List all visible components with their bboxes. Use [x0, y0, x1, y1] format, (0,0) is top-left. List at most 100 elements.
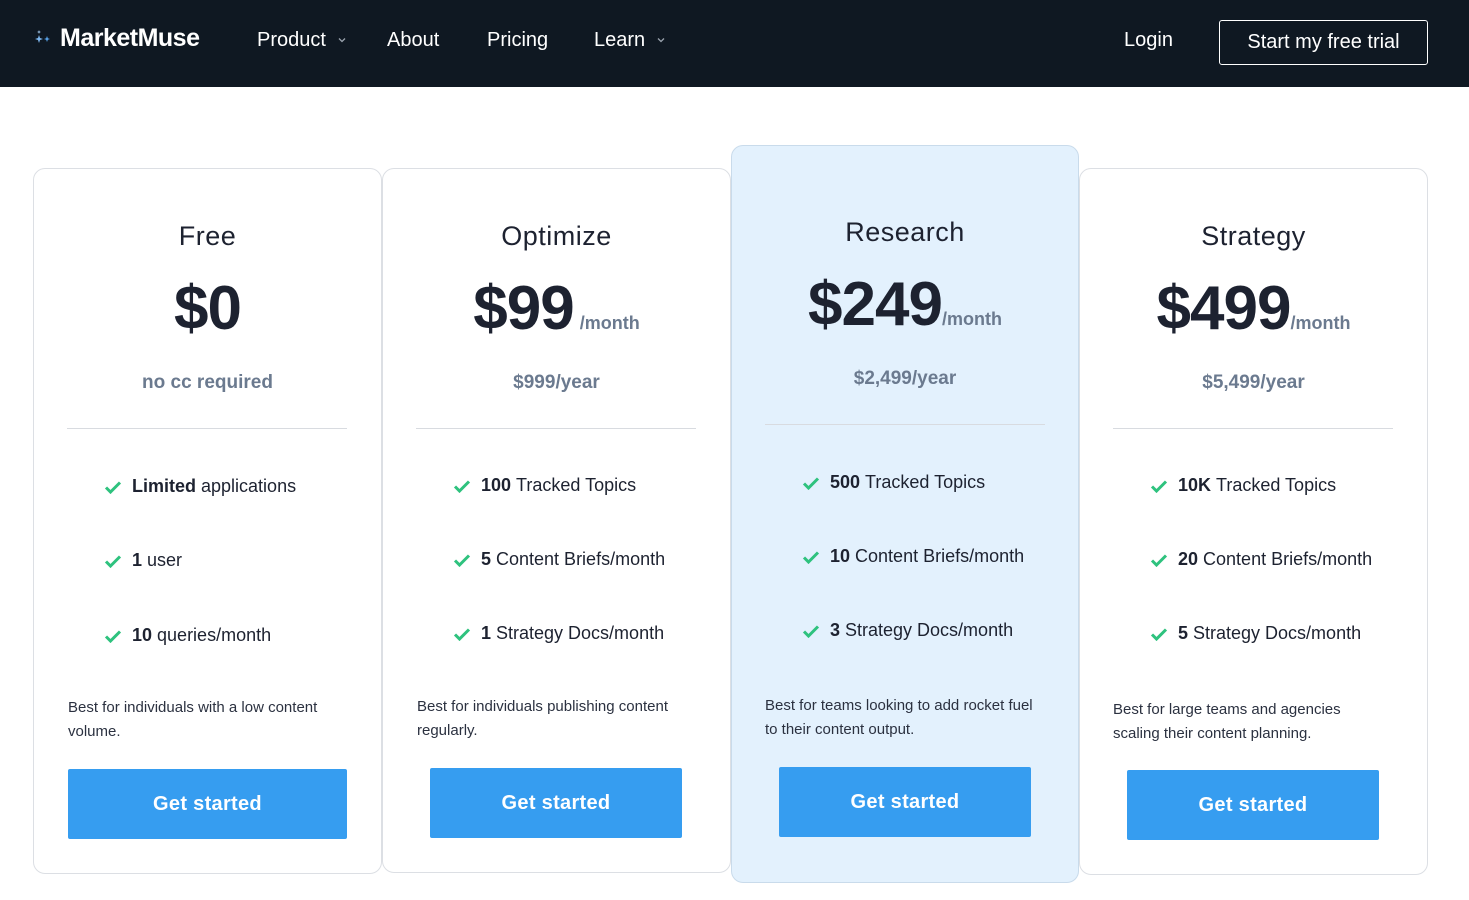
nav-product-label: Product [257, 29, 326, 51]
divider [416, 428, 696, 429]
plan-description: Best for individuals with a low content … [68, 699, 318, 740]
checkmark-icon [453, 479, 471, 493]
feature-text: Tracked Topics [865, 472, 986, 492]
feature-value: 3 [830, 620, 841, 640]
plan-name: Strategy [1201, 221, 1306, 251]
plan-card-strategy: Strategy $499 /month $5,499/year 10K Tra… [1079, 168, 1428, 875]
checkmark-icon [104, 480, 122, 494]
feature-value: 10 [830, 546, 851, 566]
nav-learn[interactable]: Learn [594, 28, 667, 52]
feature-item: 5 Content Briefs/month [453, 549, 665, 570]
feature-value: 100 [481, 475, 512, 495]
checkmark-icon [104, 629, 122, 643]
plan-card-free: Free $0 no cc required Limited applicati… [33, 168, 382, 874]
plan-description: Best for individuals publishing content … [417, 698, 668, 739]
price-row: $249 /month [732, 269, 1078, 340]
nav-pricing-label: Pricing [487, 29, 549, 51]
feature-value: 1 [481, 623, 492, 643]
feature-item: 100 Tracked Topics [453, 475, 636, 496]
chevron-down-icon [657, 38, 665, 43]
get-started-button[interactable]: Get started [68, 769, 347, 839]
plan-description: Best for teams looking to add rocket fue… [765, 697, 1033, 738]
feature-item: 5 Strategy Docs/month [1150, 623, 1361, 644]
plan-subprice: $2,499/year [853, 368, 957, 389]
feature-item: 1 Strategy Docs/month [453, 623, 664, 644]
plan-price: $249 [808, 270, 943, 339]
nav-product[interactable]: Product [257, 28, 348, 52]
feature-item: 1 user [104, 550, 182, 571]
plan-period: /month [941, 309, 1002, 329]
feature-text: Content Briefs/month [496, 549, 666, 569]
feature-text: Strategy Docs/month [496, 623, 665, 643]
feature-value: 5 [481, 549, 492, 569]
feature-value: 10 [132, 625, 153, 645]
plan-period: /month [579, 313, 640, 333]
sparkle-icon [32, 27, 56, 51]
feature-value: Limited [132, 476, 197, 496]
price-row: $499 /month [1080, 273, 1427, 344]
checkmark-icon [1150, 627, 1168, 641]
feature-item: 3 Strategy Docs/month [802, 620, 1013, 641]
price-row: $99 /month [383, 273, 730, 344]
feature-value: 1 [132, 550, 143, 570]
logo-link[interactable]: MarketMuse [32, 24, 200, 53]
feature-text: user [147, 550, 183, 570]
checkmark-icon [802, 476, 820, 490]
feature-text: queries/month [157, 625, 272, 645]
plan-description: Best for large teams and agencies scalin… [1113, 701, 1341, 742]
feature-text: Strategy Docs/month [845, 620, 1014, 640]
feature-value: 500 [830, 472, 861, 492]
logo-text: MarketMuse [60, 24, 200, 52]
plan-name: Optimize [501, 221, 612, 251]
feature-item: 10 Content Briefs/month [802, 546, 1024, 567]
feature-text: Strategy Docs/month [1193, 623, 1362, 643]
nav-about[interactable]: About [387, 28, 439, 52]
checkmark-icon [104, 554, 122, 568]
plan-price: $0 [174, 274, 242, 343]
nav-pricing[interactable]: Pricing [487, 28, 548, 52]
feature-text: Tracked Topics [1216, 475, 1337, 495]
plan-subprice: $999/year [513, 372, 600, 393]
feature-text: Tracked Topics [516, 475, 637, 495]
plan-name: Free [178, 221, 237, 251]
chevron-down-icon [338, 38, 346, 43]
feature-value: 5 [1178, 623, 1189, 643]
checkmark-icon [1150, 553, 1168, 567]
plan-card-research: Research $249 /month $2,499/year 500 Tra… [731, 145, 1079, 883]
feature-item: 10 queries/month [104, 625, 271, 646]
checkmark-icon [453, 627, 471, 641]
plan-price: $99 [473, 274, 574, 343]
nav-about-label: About [387, 29, 440, 51]
checkmark-icon [802, 624, 820, 638]
feature-text: Content Briefs/month [1203, 549, 1373, 569]
feature-value: 20 [1178, 549, 1199, 569]
login-link[interactable]: Login [1124, 28, 1173, 52]
login-label: Login [1124, 29, 1173, 51]
checkmark-icon [1150, 479, 1168, 493]
get-started-button[interactable]: Get started [1127, 770, 1379, 840]
feature-value: 10K [1178, 475, 1212, 495]
divider [67, 428, 347, 429]
plan-card-optimize: Optimize $99 /month $999/year 100 Tracke… [382, 168, 731, 873]
start-free-trial-button[interactable]: Start my free trial [1219, 20, 1428, 65]
nav-learn-label: Learn [594, 29, 646, 51]
feature-text: Content Briefs/month [855, 546, 1025, 566]
plan-subprice: no cc required [142, 372, 273, 393]
top-nav: MarketMuse Product About Pricing Learn L… [0, 0, 1469, 87]
get-started-button[interactable]: Get started [430, 768, 682, 838]
divider [1113, 428, 1393, 429]
feature-item: 500 Tracked Topics [802, 472, 985, 493]
divider [765, 424, 1045, 425]
price-row: $0 [34, 273, 381, 344]
feature-text: applications [201, 476, 297, 496]
plan-price: $499 [1156, 274, 1292, 343]
checkmark-icon [453, 553, 471, 567]
plan-period: /month [1290, 313, 1351, 333]
feature-item: Limited applications [104, 476, 296, 497]
plan-name: Research [845, 217, 965, 247]
checkmark-icon [802, 550, 820, 564]
plan-subprice: $5,499/year [1202, 372, 1305, 393]
feature-item: 20 Content Briefs/month [1150, 549, 1372, 570]
get-started-button[interactable]: Get started [779, 767, 1031, 837]
feature-item: 10K Tracked Topics [1150, 475, 1336, 496]
